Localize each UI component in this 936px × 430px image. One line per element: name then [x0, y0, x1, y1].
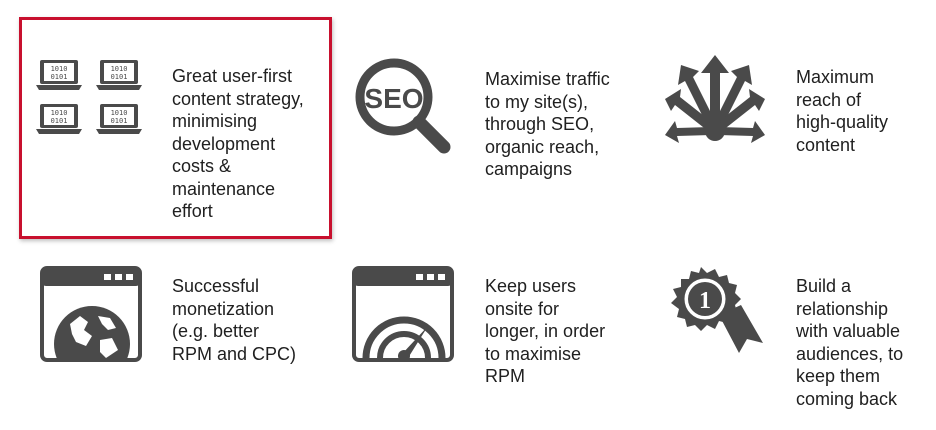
item-5-text: Keep users onsite for longer, in order t…	[485, 276, 606, 386]
reach-arrows-icon	[663, 55, 767, 159]
svg-text:1010: 1010	[111, 65, 128, 73]
item-1-text: Great user-first content strategy, minim…	[172, 66, 304, 221]
award-ribbon-icon: 1	[667, 263, 771, 363]
svg-text:1010: 1010	[111, 109, 128, 117]
svg-text:0101: 0101	[111, 73, 128, 81]
item-2-text: Maximise traffic to my site(s), through …	[485, 69, 610, 179]
item-3-text: Maximum reach of high-quality content	[796, 67, 889, 155]
seo-magnifier-icon: SEO	[352, 55, 454, 157]
svg-text:0101: 0101	[111, 117, 128, 125]
browser-gauge-icon	[352, 266, 454, 362]
svg-text:1010: 1010	[51, 109, 68, 117]
svg-text:0101: 0101	[51, 73, 68, 81]
laptops-binary-icon: 1010 0101 1010 0101 1010 0101 1010 0101	[36, 58, 148, 142]
svg-text:0101: 0101	[51, 117, 68, 125]
item-6-text: Build a relationship with valuable audie…	[796, 276, 904, 409]
item-4-text: Successful monetization (e.g. better RPM…	[172, 276, 297, 364]
browser-globe-icon	[40, 266, 142, 362]
svg-text:1: 1	[699, 288, 711, 314]
svg-text:1010: 1010	[51, 65, 68, 73]
svg-text:SEO: SEO	[364, 83, 423, 114]
